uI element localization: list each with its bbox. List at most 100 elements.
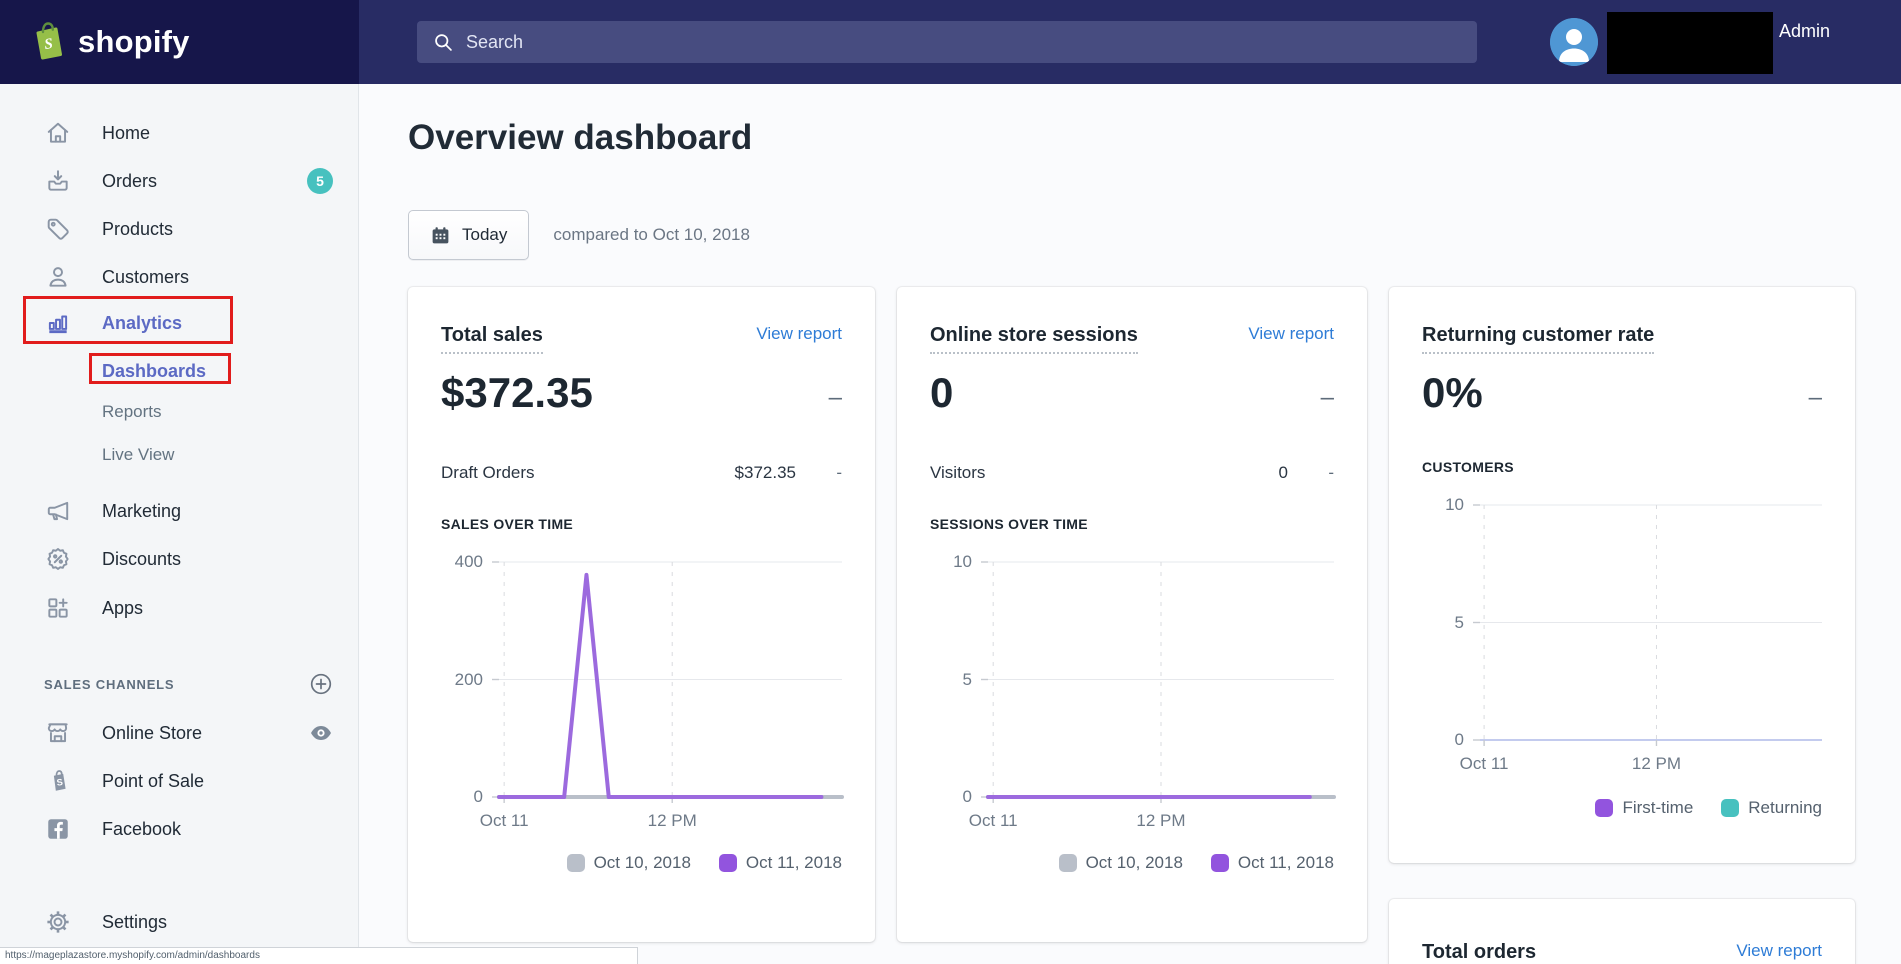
legend-item: Returning <box>1721 798 1822 818</box>
sidebar-item-dashboards[interactable]: Dashboards <box>0 351 359 391</box>
legend-swatch-oct11 <box>719 854 737 872</box>
shopify-bag-icon: S <box>26 20 66 64</box>
compare-text: compared to Oct 10, 2018 <box>553 225 750 245</box>
chart-plot-area <box>1480 505 1822 740</box>
customers-icon <box>44 263 72 291</box>
date-range-button[interactable]: Today <box>408 210 529 260</box>
add-channel-button[interactable] <box>309 672 333 696</box>
main-content: Overview dashboard Today compared to Oct… <box>360 84 1901 964</box>
sidebar-item-reports[interactable]: Reports <box>0 392 359 432</box>
sidebar-item-discounts[interactable]: Discounts <box>0 539 359 579</box>
sidebar-item-home[interactable]: Home <box>0 113 359 153</box>
facebook-icon <box>44 815 72 843</box>
marketing-megaphone-icon <box>44 497 72 525</box>
chart-plot-area <box>499 562 842 797</box>
total-sales-view-report-link[interactable]: View report <box>756 324 842 344</box>
shopify-wordmark: shopify <box>78 24 190 60</box>
sidebar-item-apps[interactable]: Apps <box>0 588 359 628</box>
topbar: S shopify Admin <box>0 0 1901 84</box>
redacted-store-name <box>1607 12 1773 74</box>
sessions-value: 0 <box>930 369 953 417</box>
chart-y-axis: 1050 <box>930 562 988 839</box>
total-sales-value: $372.35 <box>441 369 593 417</box>
sidebar-item-analytics[interactable]: Analytics <box>0 303 359 343</box>
sidebar-item-orders[interactable]: Orders 5 <box>0 161 359 201</box>
sidebar-item-marketing[interactable]: Marketing <box>0 491 359 531</box>
settings-gear-icon <box>44 908 72 936</box>
search-icon <box>433 32 454 53</box>
visitors-value: 0 <box>1279 463 1288 483</box>
legend-item: Oct 10, 2018 <box>1059 853 1183 873</box>
home-icon <box>44 119 72 147</box>
chart-legend: Oct 10, 2018 Oct 11, 2018 <box>441 853 842 873</box>
admin-menu[interactable]: Admin <box>1779 21 1830 42</box>
calendar-icon <box>430 225 451 246</box>
sidebar-item-customers[interactable]: Customers <box>0 257 359 297</box>
legend-swatch-returning <box>1721 799 1739 817</box>
total-orders-view-report-link[interactable]: View report <box>1736 941 1822 961</box>
view-store-eye-icon[interactable] <box>309 721 333 745</box>
total-orders-card: Total orders View report <box>1389 899 1855 964</box>
legend-item: Oct 10, 2018 <box>567 853 691 873</box>
sidebar-item-settings[interactable]: Settings <box>0 902 359 942</box>
chart-legend: Oct 10, 2018 Oct 11, 2018 <box>930 853 1334 873</box>
date-filter-toolbar: Today compared to Oct 10, 2018 <box>408 210 750 260</box>
user-avatar[interactable] <box>1550 18 1598 66</box>
returning-rate-value: 0% <box>1422 369 1483 417</box>
visitors-row: Visitors 0 - <box>930 463 1334 483</box>
total-sales-title[interactable]: Total sales <box>441 324 543 354</box>
sidebar-item-online-store[interactable]: Online Store <box>0 713 359 753</box>
avatar-person-icon <box>1550 18 1598 66</box>
sessions-over-time-chart: 1050 Oct 1112 PM <box>930 562 1334 839</box>
page-title: Overview dashboard <box>408 118 752 158</box>
sessions-delta: – <box>1321 384 1334 417</box>
legend-item: Oct 11, 2018 <box>1211 853 1334 873</box>
global-search[interactable] <box>417 21 1477 63</box>
total-sales-delta: – <box>829 384 842 417</box>
analytics-icon <box>44 309 72 337</box>
shopify-admin-window: S shopify Admin <box>0 0 1901 964</box>
sidebar-item-point-of-sale[interactable]: S Point of Sale <box>0 761 359 801</box>
total-orders-title[interactable]: Total orders <box>1422 941 1536 964</box>
total-sales-card: Total sales View report $372.35 – Draft … <box>408 287 875 942</box>
date-range-label: Today <box>462 225 507 245</box>
search-input[interactable] <box>466 32 1461 53</box>
returning-rate-title[interactable]: Returning customer rate <box>1422 324 1654 354</box>
apps-icon <box>44 594 72 622</box>
legend-swatch-oct11 <box>1211 854 1229 872</box>
orders-icon <box>44 167 72 195</box>
orders-count-badge: 5 <box>307 168 333 194</box>
draft-orders-row: Draft Orders $372.35 - <box>441 463 842 483</box>
online-store-icon <box>44 719 72 747</box>
sales-channels-header: SALES CHANNELS <box>0 664 359 704</box>
chart-y-axis: 1050 <box>1422 505 1480 782</box>
legend-item: Oct 11, 2018 <box>719 853 842 873</box>
returning-customer-rate-card: Returning customer rate 0% – CUSTOMERS 1… <box>1389 287 1855 863</box>
customers-chart: 1050 Oct 1112 PM <box>1422 505 1822 782</box>
point-of-sale-icon: S <box>44 767 72 795</box>
chart-y-axis: 4002000 <box>441 562 499 839</box>
sidebar-item-products[interactable]: Products <box>0 209 359 249</box>
legend-swatch-oct10 <box>1059 854 1077 872</box>
chart-x-axis: Oct 1112 PM <box>499 797 842 839</box>
legend-swatch-oct10 <box>567 854 585 872</box>
legend-item: First-time <box>1595 798 1693 818</box>
browser-status-url: https://mageplazastore.myshopify.com/adm… <box>0 947 638 964</box>
shopify-logo[interactable]: S shopify <box>0 0 359 84</box>
sales-over-time-chart: 4002000 Oct 1112 PM <box>441 562 842 839</box>
discounts-icon <box>44 545 72 573</box>
sessions-title[interactable]: Online store sessions <box>930 324 1138 354</box>
chart-plot-area <box>988 562 1334 797</box>
sessions-over-time-label: SESSIONS OVER TIME <box>930 516 1334 532</box>
sessions-view-report-link[interactable]: View report <box>1248 324 1334 344</box>
legend-swatch-first-time <box>1595 799 1613 817</box>
customers-label: CUSTOMERS <box>1422 459 1822 475</box>
sidebar-item-live-view[interactable]: Live View <box>0 435 359 475</box>
sidebar-item-facebook[interactable]: Facebook <box>0 809 359 849</box>
sidebar-nav: Home Orders 5 Products <box>0 84 359 964</box>
sales-over-time-label: SALES OVER TIME <box>441 516 842 532</box>
chart-x-axis: Oct 1112 PM <box>988 797 1334 839</box>
products-tag-icon <box>44 215 72 243</box>
visitors-delta: - <box>1288 463 1334 483</box>
returning-rate-delta: – <box>1809 384 1822 417</box>
